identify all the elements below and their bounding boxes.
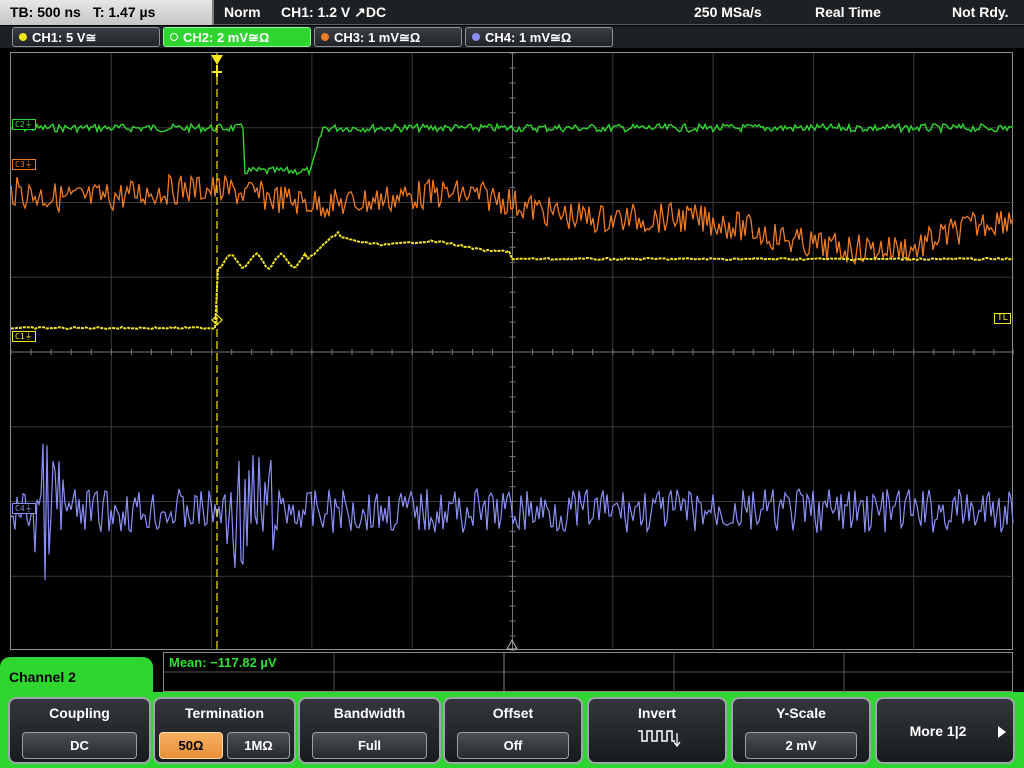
offset-label: Offset <box>492 705 534 721</box>
channel-tab-ch2[interactable]: CH2: 2 mV≅Ω <box>163 27 311 47</box>
trigger-status: Not Rdy. <box>952 4 1009 20</box>
measurement-grid <box>164 653 1014 693</box>
ch2-tab-label: CH2: 2 mV≅Ω <box>183 30 270 45</box>
ch1-color-dot <box>19 33 27 41</box>
channel-tab-ch4[interactable]: CH4: 1 mV≅Ω <box>465 27 613 47</box>
coupling-softkey[interactable]: Coupling DC <box>8 697 151 764</box>
invert-label: Invert <box>637 705 677 721</box>
invert-waveform-icon <box>638 730 681 748</box>
termination-50ohm[interactable]: 50Ω <box>159 732 223 759</box>
graticule <box>10 52 1015 652</box>
trigger-marker-icon[interactable] <box>211 55 223 77</box>
yscale-label: Y-Scale <box>776 705 826 721</box>
ch1-tab-label: CH1: 5 V≅ <box>32 30 97 45</box>
trigger-mode[interactable]: Norm <box>224 4 261 20</box>
bandwidth-value[interactable]: Full <box>312 732 427 759</box>
status-bar: TB: 500 ns T: 1.47 µs Norm CH1: 1.2 V ↗DC… <box>0 0 1024 25</box>
softkey-menu: Coupling DC Termination 50Ω 1MΩ Bandwidt… <box>0 692 1024 768</box>
termination-1mohm[interactable]: 1MΩ <box>227 732 290 759</box>
channel-tabs: CH1: 5 V≅ CH2: 2 mV≅Ω CH3: 1 mV≅Ω CH4: 1… <box>0 26 1024 48</box>
ch4-color-dot <box>472 33 480 41</box>
ch3-ground-marker[interactable]: C3⏚ <box>12 159 36 170</box>
ch2-color-dot <box>170 33 178 41</box>
ch4-ground-marker[interactable]: C4⏚ <box>12 503 36 514</box>
waveform-grid[interactable]: C2⏚ C3⏚ C1⏚ C4⏚ TL <box>10 52 1015 652</box>
trigger-time-value: T: 1.47 µs <box>92 4 156 20</box>
timebase-value: TB: 500 ns <box>10 4 81 20</box>
trigger-level-marker[interactable]: TL <box>994 313 1011 324</box>
more-softkey[interactable]: More 1|2 <box>875 697 1015 764</box>
bandwidth-label: Bandwidth <box>333 705 406 721</box>
trigger-info[interactable]: CH1: 1.2 V ↗DC <box>281 4 386 21</box>
ch3-color-dot <box>321 33 329 41</box>
termination-label: Termination <box>184 705 265 721</box>
acquisition-mode[interactable]: Real Time <box>815 4 881 20</box>
timebase-box[interactable]: TB: 500 ns T: 1.47 µs <box>0 0 214 25</box>
channel-tab-ch1[interactable]: CH1: 5 V≅ <box>12 27 160 47</box>
measurement-row: Mean: −117.82 µV <box>163 652 1014 693</box>
offset-value[interactable]: Off <box>457 732 569 759</box>
invert-softkey[interactable]: Invert <box>587 697 727 764</box>
offset-softkey[interactable]: Offset Off <box>443 697 583 764</box>
ch1-ground-marker[interactable]: C1⏚ <box>12 331 36 342</box>
termination-softkey[interactable]: Termination 50Ω 1MΩ <box>153 697 296 764</box>
ch2-ground-marker[interactable]: C2⏚ <box>12 119 36 130</box>
ch3-tab-label: CH3: 1 mV≅Ω <box>334 30 421 45</box>
yscale-softkey[interactable]: Y-Scale 2 mV <box>731 697 871 764</box>
more-label: More 1|2 <box>909 723 967 739</box>
coupling-label: Coupling <box>49 705 110 721</box>
bandwidth-softkey[interactable]: Bandwidth Full <box>298 697 441 764</box>
arrow-right-icon <box>998 726 1006 738</box>
ch4-tab-label: CH4: 1 mV≅Ω <box>485 30 572 45</box>
yscale-value[interactable]: 2 mV <box>745 732 857 759</box>
sample-rate: 250 MSa/s <box>694 4 762 20</box>
waveform-canvas <box>10 52 1015 652</box>
channel-tab-ch3[interactable]: CH3: 1 mV≅Ω <box>314 27 462 47</box>
mean-measurement[interactable]: Mean: −117.82 µV <box>169 655 277 670</box>
coupling-value[interactable]: DC <box>22 732 137 759</box>
